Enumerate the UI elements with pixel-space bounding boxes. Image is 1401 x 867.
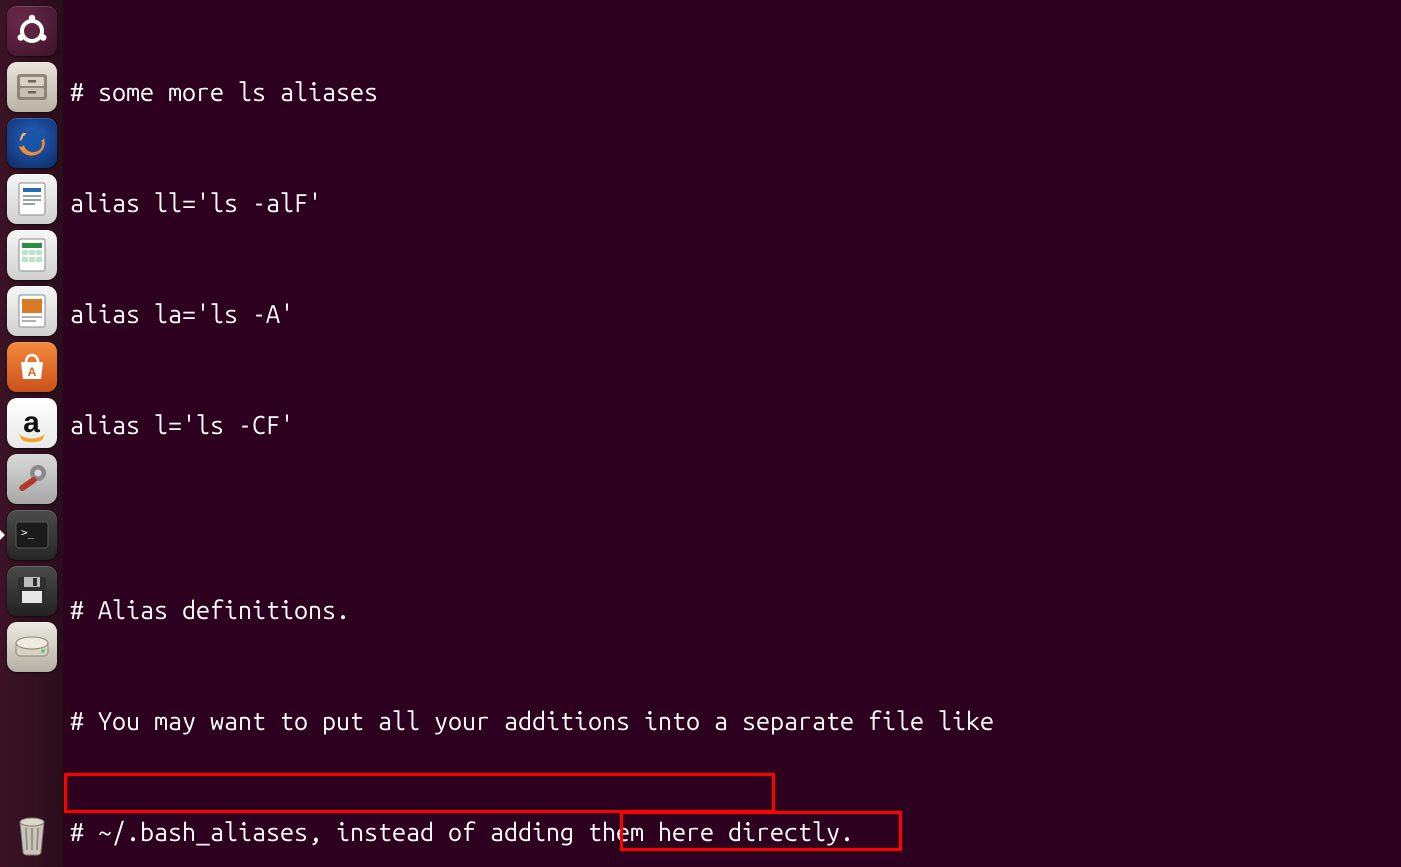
launcher-drive-icon[interactable] — [7, 622, 57, 672]
terminal-line: # Alias definitions. — [70, 592, 1395, 629]
svg-text:>_: >_ — [21, 526, 35, 539]
terminal-line: alias l='ls -CF' — [70, 407, 1395, 444]
launcher-settings-icon[interactable] — [7, 454, 57, 504]
external-drive-icon — [14, 634, 50, 660]
launcher-terminal-icon[interactable]: >_ — [7, 510, 57, 560]
unity-launcher: A a >_ — [0, 0, 64, 867]
terminal-line: # ~/.bash_aliases, instead of adding the… — [70, 814, 1395, 851]
amazon-smile-icon — [17, 432, 47, 442]
launcher-calc-icon[interactable] — [7, 230, 57, 280]
launcher-trash-icon[interactable] — [7, 809, 57, 859]
terminal-icon: >_ — [15, 521, 49, 549]
terminal-line: # You may want to put all your additions… — [70, 703, 1395, 740]
launcher-firefox-icon[interactable] — [7, 118, 57, 168]
terminal-line: alias ll='ls -alF' — [70, 185, 1395, 222]
launcher-save-icon[interactable] — [7, 566, 57, 616]
shopping-bag-icon: A — [15, 350, 49, 384]
file-cabinet-icon — [15, 72, 49, 102]
document-impress-icon — [16, 293, 48, 329]
launcher-dash-icon[interactable] — [7, 6, 57, 56]
launcher-impress-icon[interactable] — [7, 286, 57, 336]
terminal-line: # some more ls aliases — [70, 74, 1395, 111]
running-indicator-icon — [0, 530, 5, 540]
terminal-window[interactable]: # some more ls aliases alias ll='ls -alF… — [64, 0, 1401, 867]
launcher-amazon-icon[interactable]: a — [7, 398, 57, 448]
trash-icon — [13, 812, 51, 856]
launcher-writer-icon[interactable] — [7, 174, 57, 224]
ubuntu-logo-icon — [15, 14, 49, 48]
svg-text:A: A — [27, 365, 36, 379]
firefox-icon — [14, 125, 50, 161]
terminal-line: alias la='ls -A' — [70, 296, 1395, 333]
launcher-software-center-icon[interactable]: A — [7, 342, 57, 392]
launcher-files-icon[interactable] — [7, 62, 57, 112]
floppy-disk-icon — [16, 575, 48, 607]
document-calc-icon — [16, 237, 48, 273]
wrench-gear-icon — [14, 461, 50, 497]
highlight-box-export — [64, 773, 775, 813]
document-writer-icon — [16, 181, 48, 217]
